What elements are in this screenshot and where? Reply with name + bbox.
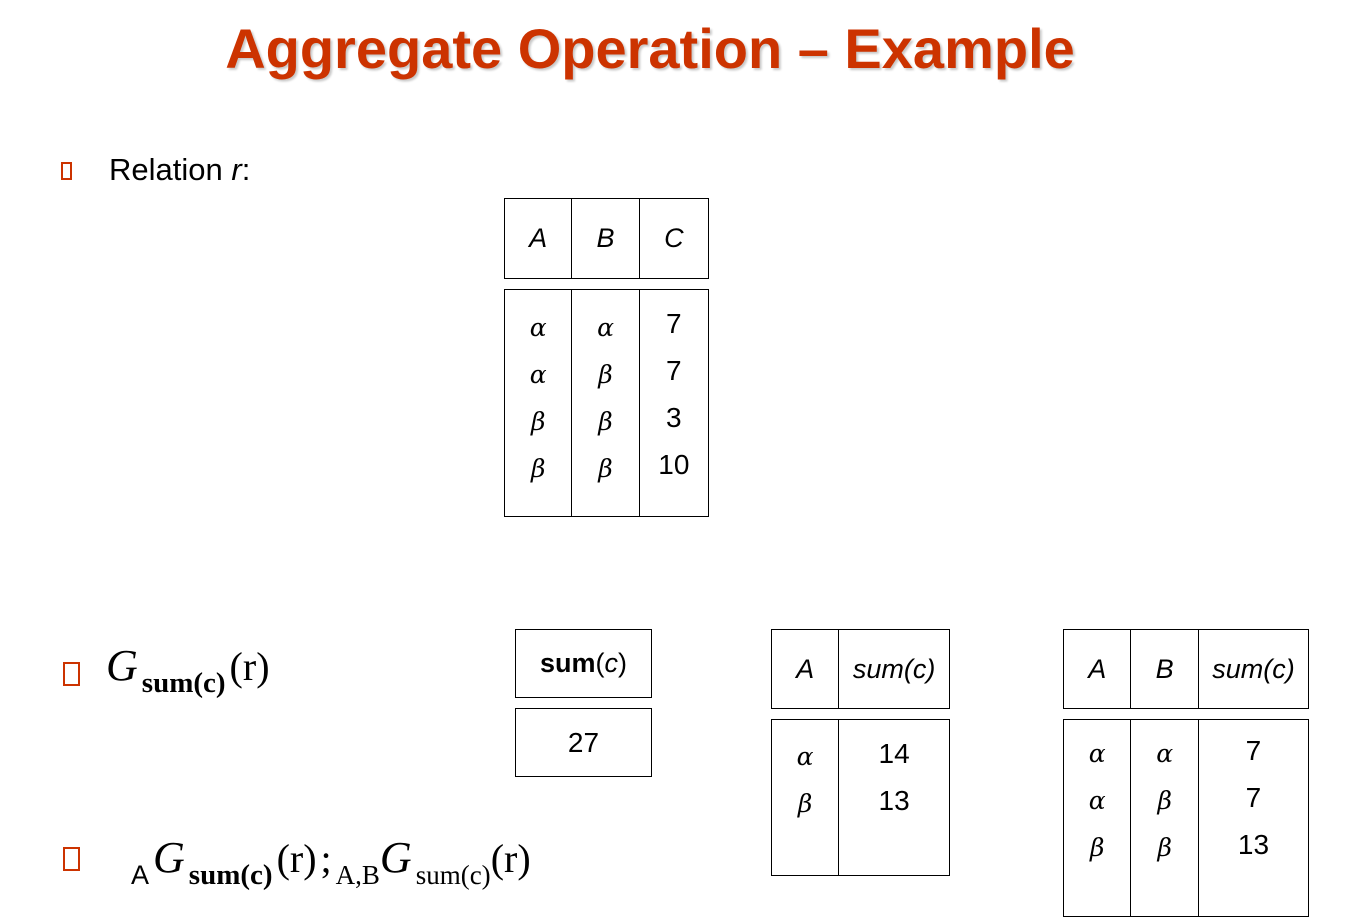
header-cell: sum(c) [839, 630, 949, 708]
header-paren: ( [595, 648, 605, 678]
cell: β [797, 789, 813, 818]
header-cell: A [1064, 630, 1132, 708]
cell: 13 [878, 785, 910, 816]
column-a: α β [772, 720, 840, 875]
cell: α [529, 313, 547, 342]
cell: 7 [1245, 735, 1262, 766]
g-symbol: G [379, 833, 412, 882]
expr-arg: (r) [229, 644, 270, 689]
relation-label-text: Relation [109, 152, 232, 187]
column-b: α β β [1131, 720, 1199, 916]
column-b: α β β β [572, 290, 640, 516]
group-attr: A [131, 860, 150, 890]
relation-label-var: r [231, 152, 242, 187]
cell: β [530, 407, 546, 436]
header-cell: sum(c) [1199, 630, 1308, 708]
expr-func: sum(c) [415, 860, 491, 890]
g-symbol: G [106, 641, 138, 690]
header-var: c [604, 648, 619, 678]
result-sum-body: 27 [515, 708, 652, 777]
result-by-ab-body: α α β α β β 7 7 13 [1063, 719, 1309, 917]
cell: β [598, 360, 613, 389]
column-sum: 14 13 [839, 720, 949, 875]
header-cell: A [505, 199, 573, 278]
result-by-ab-header: A B sum(c) [1063, 629, 1309, 709]
result-by-a-header: A sum(c) [771, 629, 950, 709]
header-b: B [1155, 653, 1174, 684]
cell: α [796, 742, 814, 771]
cell: α [1088, 739, 1106, 768]
header-c: C [664, 223, 684, 253]
cell: 7 [666, 355, 682, 386]
cell: α [1156, 739, 1174, 768]
expr-func: sum(c) [188, 859, 273, 891]
header-cell: B [1131, 630, 1199, 708]
group-attrs: A,B [335, 860, 380, 890]
cell: β [598, 454, 613, 483]
header-sum: sum(c) [852, 653, 936, 684]
header-cell: A [772, 630, 840, 708]
cell: α [529, 360, 547, 389]
column-c: 7 7 3 10 [640, 290, 708, 516]
expr-func: sum(c) [141, 667, 226, 699]
expr-arg: (r) [276, 836, 317, 881]
g-symbol: G [153, 833, 185, 882]
expr-grouped: A G sum(c) (r) ; A,BG sum(c)(r) [131, 832, 531, 891]
cell: β [1157, 833, 1172, 862]
header-close: ) [618, 648, 628, 678]
cell: 7 [666, 308, 682, 339]
relation-label: Relation r: [109, 152, 250, 188]
result-sum-header-cell: sum(c ) [516, 630, 651, 697]
cell: α [597, 313, 614, 342]
expr-sum: G sum(c) (r) [106, 640, 270, 699]
header-a: A [529, 223, 548, 253]
column-a: α α β β [505, 290, 573, 516]
result-sum-value: 27 [567, 726, 600, 758]
result-by-a-body: α β 14 13 [771, 719, 950, 876]
header-cell: C [640, 199, 708, 278]
relation-r-header: A B C [504, 198, 709, 279]
cell: α [1088, 786, 1106, 815]
header-a: A [796, 653, 815, 684]
cell: 13 [1237, 829, 1270, 860]
cell: β [530, 454, 546, 483]
expr-arg: (r) [490, 836, 531, 881]
header-b: B [596, 223, 615, 253]
bullet-icon [63, 662, 80, 686]
relation-r-body: α α β β α β β β 7 7 3 10 [504, 289, 709, 517]
column-sum: 7 7 13 [1199, 720, 1308, 916]
relation-label-colon: : [241, 152, 251, 187]
bullet-icon [63, 847, 80, 871]
cell: β [1157, 786, 1172, 815]
cell: 14 [878, 738, 910, 769]
header-cell: B [572, 199, 640, 278]
column-a: α α β [1064, 720, 1132, 916]
cell: 3 [666, 402, 682, 433]
slide-title: Aggregate Operation – Example [225, 17, 1075, 80]
result-sum-header: sum(c ) [515, 629, 652, 698]
header-sum: sum(c) [1212, 653, 1295, 684]
cell: β [598, 407, 613, 436]
header-a: A [1088, 653, 1107, 684]
header-bold: sum [539, 648, 596, 678]
expr-separator: ; [320, 836, 332, 881]
cell: β [1090, 833, 1105, 862]
cell: 10 [658, 449, 690, 480]
cell: 7 [1245, 782, 1262, 813]
bullet-icon [61, 162, 72, 180]
